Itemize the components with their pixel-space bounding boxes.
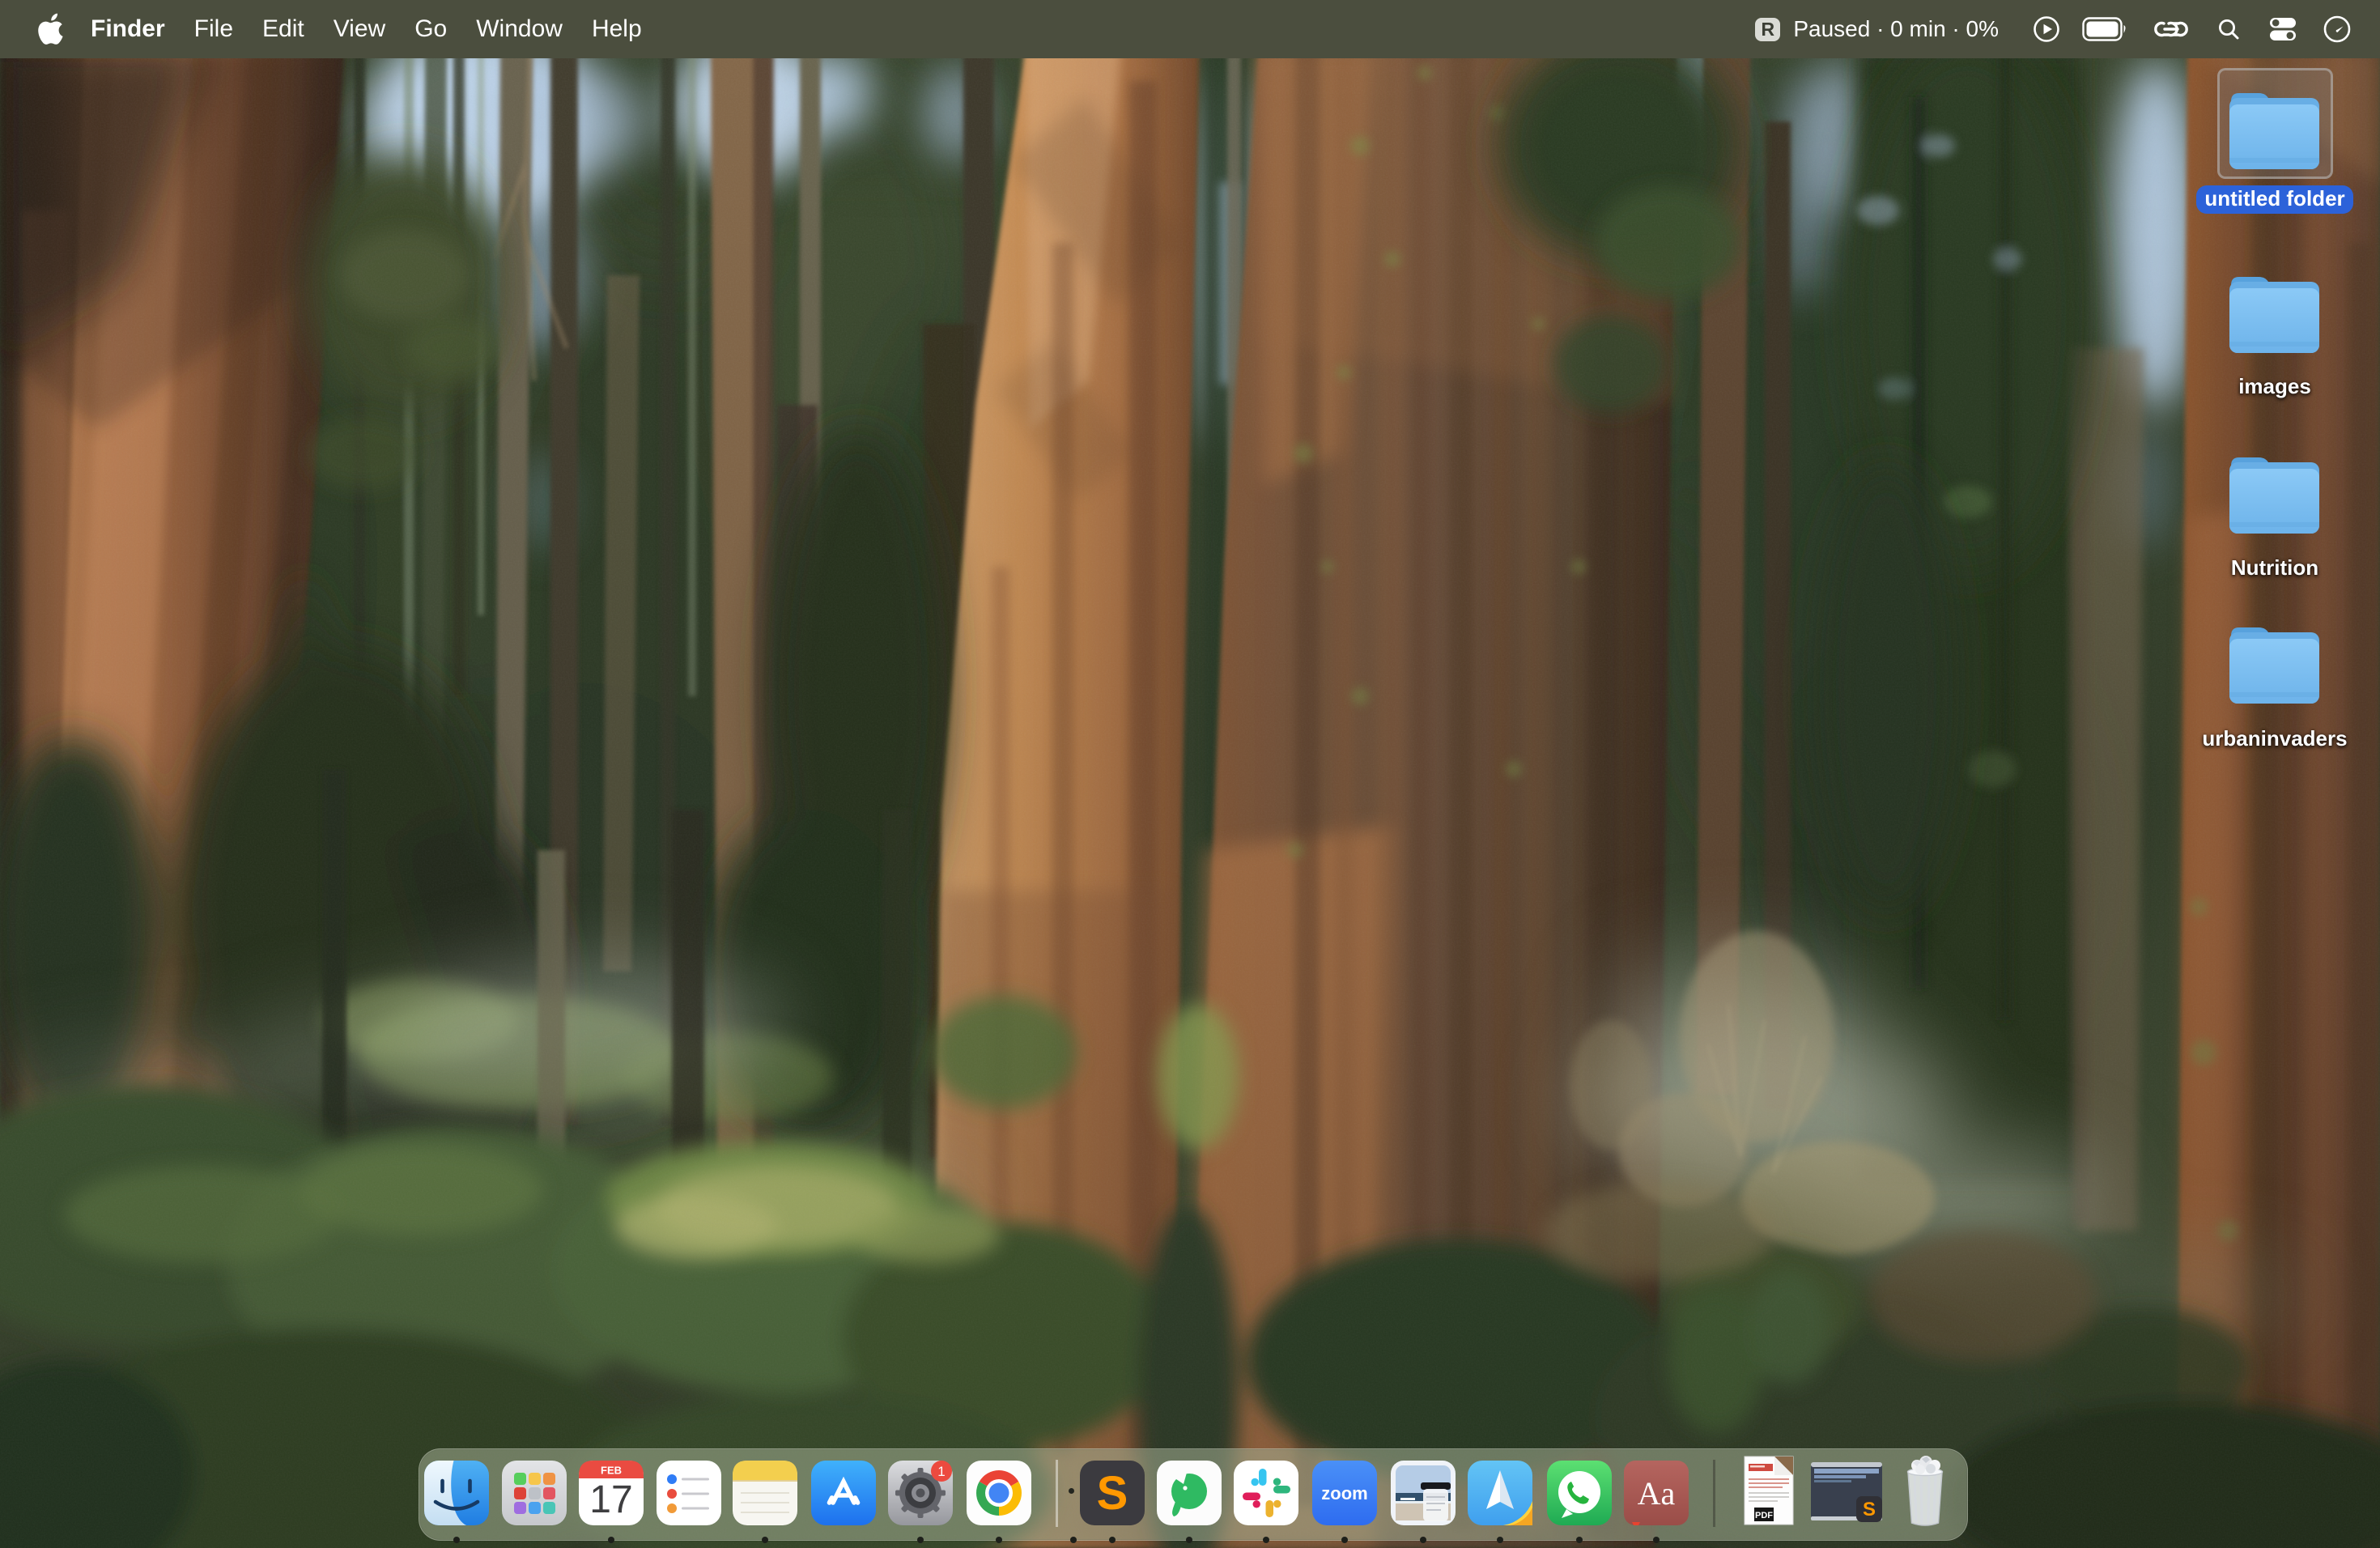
svg-text:1: 1 (937, 1464, 945, 1479)
svg-text:S: S (1097, 1467, 1128, 1520)
svg-text:Aa: Aa (1638, 1475, 1676, 1512)
svg-text:17: 17 (589, 1478, 632, 1521)
svg-text:S: S (1863, 1499, 1876, 1520)
svg-text:FEB: FEB (601, 1465, 622, 1477)
svg-text:PDF: PDF (1755, 1511, 1773, 1520)
svg-text:zoom: zoom (1321, 1483, 1367, 1503)
